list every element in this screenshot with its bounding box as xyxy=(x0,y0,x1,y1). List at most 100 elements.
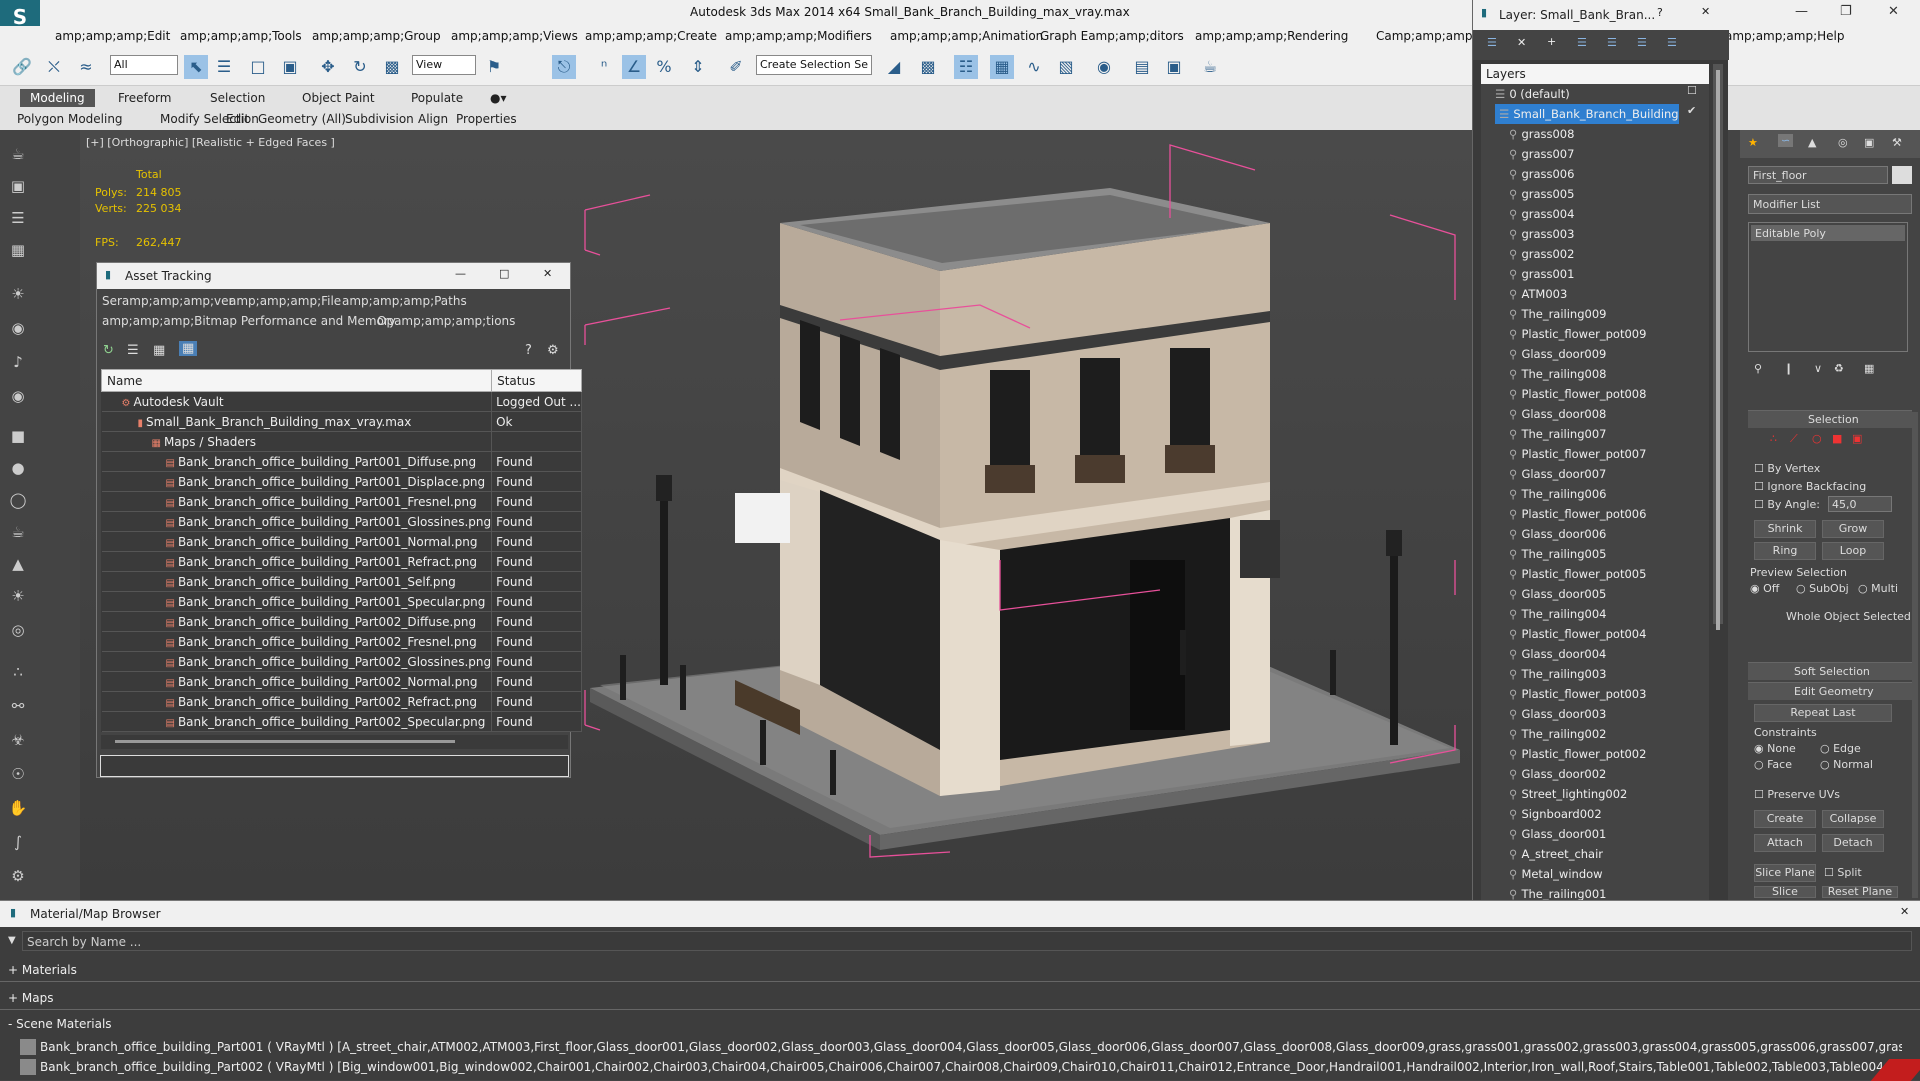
constraint-none-radio[interactable]: ◉ None xyxy=(1754,742,1796,755)
pin-stack-icon[interactable]: ⚲ xyxy=(1754,362,1762,375)
globe-icon[interactable]: ☉ xyxy=(6,762,30,786)
list-view-icon[interactable]: ☰ xyxy=(127,343,139,358)
asset-menu-server[interactable]: Seramp;amp;amp;ver xyxy=(102,294,233,308)
window-crossing-icon[interactable]: ▣ xyxy=(278,55,302,79)
slice-plane-button[interactable]: Slice Plane xyxy=(1754,864,1816,882)
repeat-last-button[interactable]: Repeat Last xyxy=(1754,704,1892,722)
layer-new-icon[interactable]: ☰ xyxy=(1487,36,1497,49)
vault-icon[interactable]: ⚙ xyxy=(547,343,559,358)
geosphere-icon[interactable]: ◯ xyxy=(6,488,30,512)
asset-row[interactable]: ▮ Small_Bank_Branch_Building_max_vray.max… xyxy=(101,411,582,432)
thumbnail-view-icon[interactable]: ▦ xyxy=(153,343,165,358)
subtab-geometry[interactable]: Geometry (All) xyxy=(258,112,346,126)
menu-graph-editors[interactable]: Graph Eamp;amp;ditors xyxy=(1040,29,1184,43)
layer-hide-icon[interactable]: ☰ xyxy=(1637,36,1647,49)
group-icon[interactable]: ◉ xyxy=(6,384,30,408)
menu-animation[interactable]: amp;amp;amp;Animation xyxy=(890,29,1043,43)
cmd-scrollbar[interactable] xyxy=(1912,412,1918,898)
menu-group[interactable]: amp;amp;amp;Group xyxy=(312,29,441,43)
layer-object-item[interactable]: ⚲ A_street_chair xyxy=(1509,844,1603,864)
layer-object-item[interactable]: ⚲ Glass_door002 xyxy=(1509,764,1606,784)
asset-menu-bitmap[interactable]: amp;amp;amp;Bitmap Performance and Memor… xyxy=(102,314,396,328)
subtab-edit[interactable]: Edit xyxy=(226,112,249,126)
asset-row[interactable]: ▤ Bank_branch_office_building_Part001_Dis… xyxy=(101,471,582,492)
layer-help-icon[interactable]: ? xyxy=(1657,6,1663,19)
layer-item[interactable]: ☰ 0 (default) xyxy=(1495,84,1570,104)
material-browser-titlebar[interactable]: ▮ Material/Map Browser ✕ xyxy=(0,901,1920,927)
layer-object-item[interactable]: ⚲ Plastic_flower_pot004 xyxy=(1509,624,1646,644)
collapse-button[interactable]: Collapse xyxy=(1822,810,1884,828)
torus-icon[interactable]: ◎ xyxy=(6,618,30,642)
modify-tab-icon[interactable]: ∽ xyxy=(1778,134,1794,147)
asset-row[interactable]: ▤ Bank_branch_office_building_Part001_Spe… xyxy=(101,591,582,612)
tab-selection[interactable]: Selection xyxy=(210,91,265,105)
create-tab-icon[interactable]: ★ xyxy=(1748,136,1758,149)
vertex-icon[interactable]: ∴ xyxy=(1770,432,1777,445)
subtab-polygon-modeling[interactable]: Polygon Modeling xyxy=(17,112,123,126)
asset-row[interactable]: ▤ Bank_branch_office_building_Part001_Dif… xyxy=(101,451,582,472)
constraint-edge-radio[interactable]: ○ Edge xyxy=(1820,742,1861,755)
reset-plane-button[interactable]: Reset Plane xyxy=(1822,886,1898,898)
refresh-icon[interactable]: ↻ xyxy=(103,343,114,358)
layer-object-item[interactable]: ⚲ Glass_door001 xyxy=(1509,824,1606,844)
layer-select-icon[interactable]: ☰ xyxy=(1577,36,1587,49)
material-part002[interactable]: Bank_branch_office_building_Part002 ( VR… xyxy=(40,1060,1902,1074)
help-icon[interactable]: ? xyxy=(525,343,532,358)
remove-modifier-icon[interactable]: ♻ xyxy=(1834,362,1844,375)
graphite-toggle-icon[interactable]: ▦ xyxy=(990,55,1014,79)
mirror-icon[interactable]: ◢ xyxy=(882,55,906,79)
split-checkbox[interactable]: ☐ Split xyxy=(1824,866,1862,879)
menu-views[interactable]: amp;amp;amp;Views xyxy=(451,29,578,43)
grow-button[interactable]: Grow xyxy=(1822,520,1884,538)
asset-tracking-titlebar[interactable]: ▮ Asset Tracking — □ ✕ xyxy=(97,263,570,289)
detach-button[interactable]: Detach xyxy=(1822,834,1884,852)
menu-rendering[interactable]: amp;amp;amp;Rendering xyxy=(1195,29,1348,43)
layer-scrollbar[interactable] xyxy=(1713,64,1723,630)
schematic-view-icon[interactable]: ▧ xyxy=(1054,55,1078,79)
layer-delete-icon[interactable]: ✕ xyxy=(1517,36,1526,49)
layer-object-item[interactable]: ⚲ The_railing002 xyxy=(1509,724,1606,744)
layer-scroll-thumb[interactable] xyxy=(1716,70,1720,630)
hf-icon[interactable]: ∫ xyxy=(6,830,30,854)
hierarchy-tab-icon[interactable]: ▲ xyxy=(1808,136,1816,149)
asset-row[interactable]: ▤ Bank_branch_office_building_Part001_Sel… xyxy=(101,571,582,592)
settings-icon[interactable]: ⚙ xyxy=(6,864,30,888)
layer-object-item[interactable]: ⚲ grass007 xyxy=(1509,144,1574,164)
display-tab-icon[interactable]: ▣ xyxy=(1864,136,1874,149)
loop-button[interactable]: Loop xyxy=(1822,542,1884,560)
material-browser-close-icon[interactable]: ✕ xyxy=(1900,905,1909,918)
rotate-icon[interactable]: ↻ xyxy=(348,55,372,79)
layer-close-icon[interactable]: ✕ xyxy=(1701,5,1710,18)
maps-group[interactable]: + Maps xyxy=(8,991,53,1005)
by-angle-checkbox[interactable]: ☐ By Angle: xyxy=(1754,498,1820,511)
pivot-center-icon[interactable]: ⚑ xyxy=(482,55,506,79)
layer-object-item[interactable]: ⚲ ATM003 xyxy=(1509,284,1567,304)
material-editor-icon[interactable]: ◉ xyxy=(1092,55,1116,79)
table-view-icon[interactable]: ▦ xyxy=(179,341,198,356)
named-selection-dropdown[interactable]: Create Selection Se xyxy=(756,55,872,75)
asset-row[interactable]: ▤ Bank_branch_office_building_Part001_Nor… xyxy=(101,531,582,552)
unlink-icon[interactable]: ⛌ xyxy=(42,55,66,79)
layer-object-item[interactable]: ⚲ grass006 xyxy=(1509,164,1574,184)
configure-modifier-icon[interactable]: ▦ xyxy=(1864,362,1874,375)
asset-close-icon[interactable]: ✕ xyxy=(543,267,552,280)
layer-item[interactable]: ☰ Small_Bank_Branch_Building xyxy=(1495,104,1679,124)
border-icon[interactable]: ○ xyxy=(1812,432,1822,445)
layer-object-item[interactable]: ⚲ Glass_door003 xyxy=(1509,704,1606,724)
asset-row[interactable]: ▤ Bank_branch_office_building_Part002_Spe… xyxy=(101,711,582,732)
asset-hscrollbar[interactable] xyxy=(101,735,568,749)
default-layer-box-icon[interactable]: ☐ xyxy=(1687,84,1697,97)
preserve-uvs-checkbox[interactable]: ☐ Preserve UVs xyxy=(1754,788,1840,801)
modifier-list-dropdown[interactable]: Modifier List xyxy=(1748,194,1912,214)
ignore-backfacing-checkbox[interactable]: ☐ Ignore Backfacing xyxy=(1754,480,1866,493)
col-name-header[interactable]: Name xyxy=(100,369,493,392)
layer-object-item[interactable]: ⚲ The_railing003 xyxy=(1509,664,1606,684)
asset-maximize-icon[interactable]: □ xyxy=(499,267,509,280)
cone-icon[interactable]: ▲ xyxy=(6,552,30,576)
link-icon[interactable]: 🔗 xyxy=(10,55,34,79)
snaps-toggle-icon[interactable]: ⁿ xyxy=(592,55,616,79)
layer-object-item[interactable]: ⚲ Plastic_flower_pot005 xyxy=(1509,564,1646,584)
layer-object-item[interactable]: ⚲ Street_lighting002 xyxy=(1509,784,1627,804)
layer-object-item[interactable]: ⚲ Glass_door008 xyxy=(1509,404,1606,424)
current-layer-check-icon[interactable]: ✔ xyxy=(1687,104,1696,117)
